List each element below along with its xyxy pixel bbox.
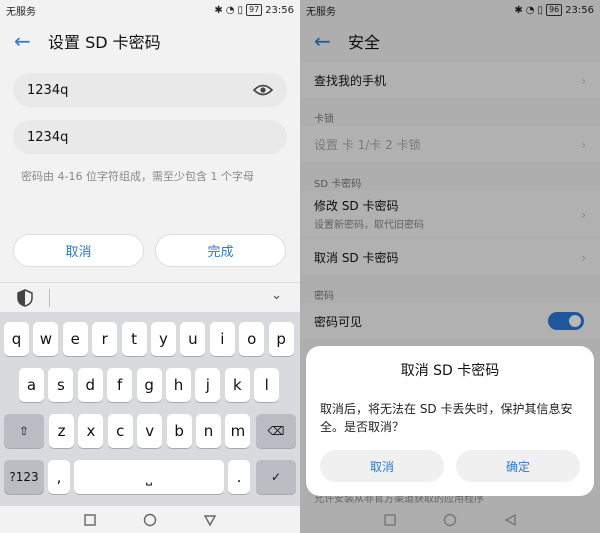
toolbar-divider [49,288,50,307]
key-i[interactable]: i [209,322,235,356]
key-v[interactable]: v [137,414,163,448]
home-icon[interactable] [443,513,457,527]
dialog-confirm-button[interactable]: 确定 [456,450,580,482]
wifi-icon: ◔ [225,4,235,16]
key-e[interactable]: e [62,322,88,356]
key-h[interactable]: h [166,368,191,402]
dialog-message: 取消后，将无法在 SD 卡丢失时，保护其信息安全。是否取消？ [320,402,573,434]
period-key[interactable]: . [228,460,250,494]
battery-icon: 97 [245,4,263,16]
key-t[interactable]: t [121,322,147,356]
key-n[interactable]: n [196,414,221,448]
key-o[interactable]: o [239,322,265,356]
carrier-text: 无服务 [6,6,36,18]
key-m[interactable]: m [225,414,251,448]
keyboard: qwertyuiop asdfghjkl ⇧ ⌫ zxcvbnm ?123 , … [0,312,300,506]
key-y[interactable]: y [151,322,176,356]
cancel-sd-password-dialog: 取消 SD 卡密码 取消后，将无法在 SD 卡丢失时，保护其信息安全。是否取消？… [306,346,594,496]
password-hint: 密码由 4-16 位字符组成，需至少包含 1 个字母 [21,170,254,183]
key-p[interactable]: p [268,322,294,356]
nav-bar [0,506,300,533]
left-screen: 无服务 ✱ ◔ ▯ 97 23:56 ← 设置 SD 卡密码 1234q 123… [0,0,300,533]
chevron-down-icon[interactable]: ⌄ [271,288,282,303]
eye-icon[interactable] [253,82,273,98]
dialog-cancel-button[interactable]: 取消 [320,450,444,482]
key-a[interactable]: a [19,368,44,402]
backspace-key[interactable]: ⌫ [256,414,296,448]
recents-icon[interactable] [83,513,97,527]
password-field[interactable]: 1234q [13,73,287,107]
page-title: 设置 SD 卡密码 [48,33,161,52]
confirm-password-value: 1234q [27,129,69,145]
bluetooth-icon: ✱ [214,4,223,16]
key-j[interactable]: j [195,368,221,402]
password-value: 1234q [27,82,69,98]
dialog-title: 取消 SD 卡密码 [400,363,500,379]
space-key[interactable]: ⎵ [74,460,224,494]
key-f[interactable]: f [107,368,133,402]
back-arrow-icon[interactable]: ← [14,29,44,53]
home-icon[interactable] [143,513,157,527]
recents-icon[interactable] [383,513,397,527]
clock: 23:56 [265,4,294,16]
key-u[interactable]: u [180,322,206,356]
confirm-password-field[interactable]: 1234q [13,120,287,154]
back-triangle-icon[interactable] [503,513,517,527]
key-x[interactable]: x [78,414,104,448]
key-q[interactable]: q [4,322,29,356]
symbols-key[interactable]: ?123 [4,460,44,494]
shift-key[interactable]: ⇧ [4,414,44,448]
key-z[interactable]: z [49,414,74,448]
key-l[interactable]: l [254,368,280,402]
app-bar: ← 设置 SD 卡密码 [0,20,300,62]
shield-icon[interactable] [17,288,33,307]
keyboard-toolbar: ⌄ [0,282,300,312]
key-d[interactable]: d [77,368,103,402]
done-button[interactable]: 完成 [155,234,286,267]
key-s[interactable]: s [48,368,74,402]
key-b[interactable]: b [166,414,192,448]
status-bar: 无服务 ✱ ◔ ▯ 97 23:56 [0,0,300,20]
key-r[interactable]: r [92,322,118,356]
key-g[interactable]: g [136,368,162,402]
comma-key[interactable]: , [48,460,70,494]
back-triangle-icon[interactable] [203,513,217,527]
key-w[interactable]: w [33,322,59,356]
key-k[interactable]: k [224,368,250,402]
enter-key[interactable]: ✓ [256,460,296,494]
nav-bar [300,506,600,533]
key-c[interactable]: c [107,414,133,448]
sim-icon: ▯ [237,4,243,16]
cancel-button[interactable]: 取消 [13,234,144,267]
